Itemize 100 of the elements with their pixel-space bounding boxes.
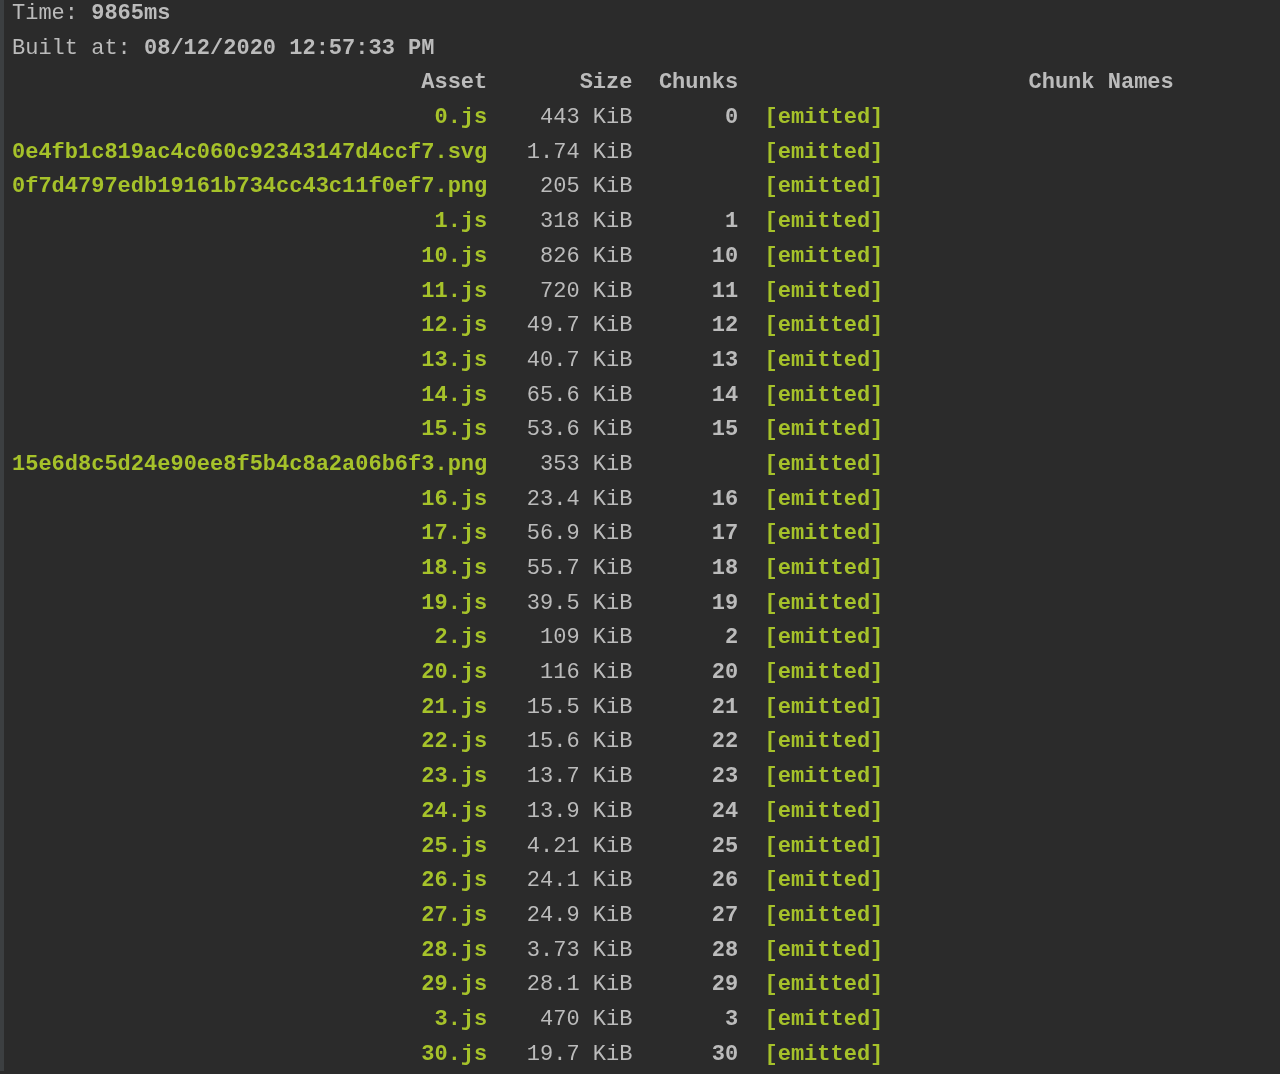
column-header: Chunks <box>657 69 739 98</box>
emit-status: [emitted] <box>764 346 884 375</box>
asset-name: 29.js <box>420 971 488 1000</box>
file-size: 24.9 KiB <box>525 901 633 930</box>
file-size: 56.9 KiB <box>525 520 633 549</box>
emit-status: [emitted] <box>764 208 884 237</box>
file-size: 318 KiB <box>539 208 633 237</box>
chunk-id: 11 <box>710 277 739 306</box>
file-size: 15.6 KiB <box>525 728 633 757</box>
chunk-id: 19 <box>710 589 739 618</box>
asset-name: 27.js <box>420 901 488 930</box>
emit-status: [emitted] <box>764 520 884 549</box>
chunk-id: 24 <box>710 797 739 826</box>
emit-status: [emitted] <box>764 485 884 514</box>
emit-status: [emitted] <box>764 242 884 271</box>
asset-name: 20.js <box>420 659 488 688</box>
asset-name: 21.js <box>420 693 488 722</box>
asset-name: 14.js <box>420 381 488 410</box>
chunk-id: 0 <box>723 104 739 133</box>
emit-status: [emitted] <box>764 763 884 792</box>
chunk-id: 27 <box>710 901 739 930</box>
file-size: 3.73 KiB <box>525 936 633 965</box>
asset-name: 10.js <box>420 242 488 271</box>
asset-name: 13.js <box>420 346 488 375</box>
chunk-id: 28 <box>710 936 739 965</box>
asset-name: 1.js <box>433 208 488 237</box>
file-size: 28.1 KiB <box>525 971 633 1000</box>
chunk-id: 1 <box>723 208 739 237</box>
emit-status: [emitted] <box>764 450 884 479</box>
asset-name: 25.js <box>420 832 488 861</box>
emit-status: [emitted] <box>764 901 884 930</box>
asset-name: 24.js <box>420 797 488 826</box>
summary-value: 9865ms <box>91 0 171 28</box>
file-size: 53.6 KiB <box>525 416 633 445</box>
emit-status: [emitted] <box>764 936 884 965</box>
asset-name: 28.js <box>420 936 488 965</box>
emit-status: [emitted] <box>764 1040 884 1069</box>
chunk-id: 17 <box>710 520 739 549</box>
asset-name: 0f7d4797edb19161b734cc43c11f0ef7.png <box>12 173 488 202</box>
file-size: 1.74 KiB <box>525 138 633 167</box>
asset-name: 15e6d8c5d24e90ee8f5b4c8a2a06b6f3.png <box>12 450 488 479</box>
emit-status: [emitted] <box>764 797 884 826</box>
asset-name: 0e4fb1c819ac4c060c92343147d4ccf7.svg <box>12 138 488 167</box>
asset-name: 11.js <box>420 277 488 306</box>
chunk-id: 29 <box>710 971 739 1000</box>
chunk-id: 25 <box>710 832 739 861</box>
asset-name: 18.js <box>420 555 488 583</box>
column-header: Chunk Names <box>1028 69 1174 98</box>
chunk-id: 15 <box>710 416 739 445</box>
column-header: Size <box>578 69 633 98</box>
chunk-id: 22 <box>710 728 739 757</box>
file-size: 19.7 KiB <box>525 1040 633 1069</box>
chunk-id: 2 <box>723 624 739 653</box>
asset-name: 16.js <box>420 485 488 514</box>
asset-name: 23.js <box>420 763 488 792</box>
emit-status: [emitted] <box>764 589 884 618</box>
emit-status: [emitted] <box>764 624 884 653</box>
asset-name: 2.js <box>433 624 488 653</box>
file-size: 23.4 KiB <box>525 485 633 514</box>
file-size: 116 KiB <box>539 659 633 688</box>
asset-name: 12.js <box>420 312 488 341</box>
emit-status: [emitted] <box>764 416 884 445</box>
emit-status: [emitted] <box>764 173 884 202</box>
chunk-id: 21 <box>710 693 739 722</box>
chunk-id: 16 <box>710 485 739 514</box>
chunk-id: 20 <box>710 659 739 688</box>
emit-status: [emitted] <box>764 867 884 896</box>
emit-status: [emitted] <box>764 728 884 757</box>
chunk-id: 18 <box>710 555 739 583</box>
asset-name: 30.js <box>420 1040 488 1069</box>
emit-status: [emitted] <box>764 104 884 133</box>
file-size: 470 KiB <box>539 1005 633 1034</box>
chunk-id: 26 <box>710 867 739 896</box>
emit-status: [emitted] <box>764 138 884 167</box>
emit-status: [emitted] <box>764 555 884 583</box>
summary-value: 08/12/2020 12:57:33 PM <box>144 34 435 63</box>
file-size: 4.21 KiB <box>525 832 633 861</box>
file-size: 55.7 KiB <box>525 555 633 583</box>
asset-name: 15.js <box>420 416 488 445</box>
emit-status: [emitted] <box>764 693 884 722</box>
asset-name: 19.js <box>420 589 488 618</box>
chunk-id: 14 <box>710 381 739 410</box>
column-header: Asset <box>420 69 488 98</box>
file-size: 13.9 KiB <box>525 797 633 826</box>
asset-name: 0.js <box>433 104 488 133</box>
file-size: 65.6 KiB <box>525 381 633 410</box>
file-size: 40.7 KiB <box>525 346 633 375</box>
emit-status: [emitted] <box>764 1005 884 1034</box>
chunk-id: 10 <box>710 242 739 271</box>
asset-name: 26.js <box>420 867 488 896</box>
asset-name: 17.js <box>420 520 488 549</box>
emit-status: [emitted] <box>764 659 884 688</box>
emit-status: [emitted] <box>764 832 884 861</box>
summary-label: Time: <box>12 0 78 28</box>
emit-status: [emitted] <box>764 312 884 341</box>
chunk-id: 12 <box>710 312 739 341</box>
chunk-id: 13 <box>710 346 739 375</box>
file-size: 49.7 KiB <box>525 312 633 341</box>
chunk-id: 3 <box>723 1005 739 1034</box>
asset-name: 3.js <box>433 1005 488 1034</box>
